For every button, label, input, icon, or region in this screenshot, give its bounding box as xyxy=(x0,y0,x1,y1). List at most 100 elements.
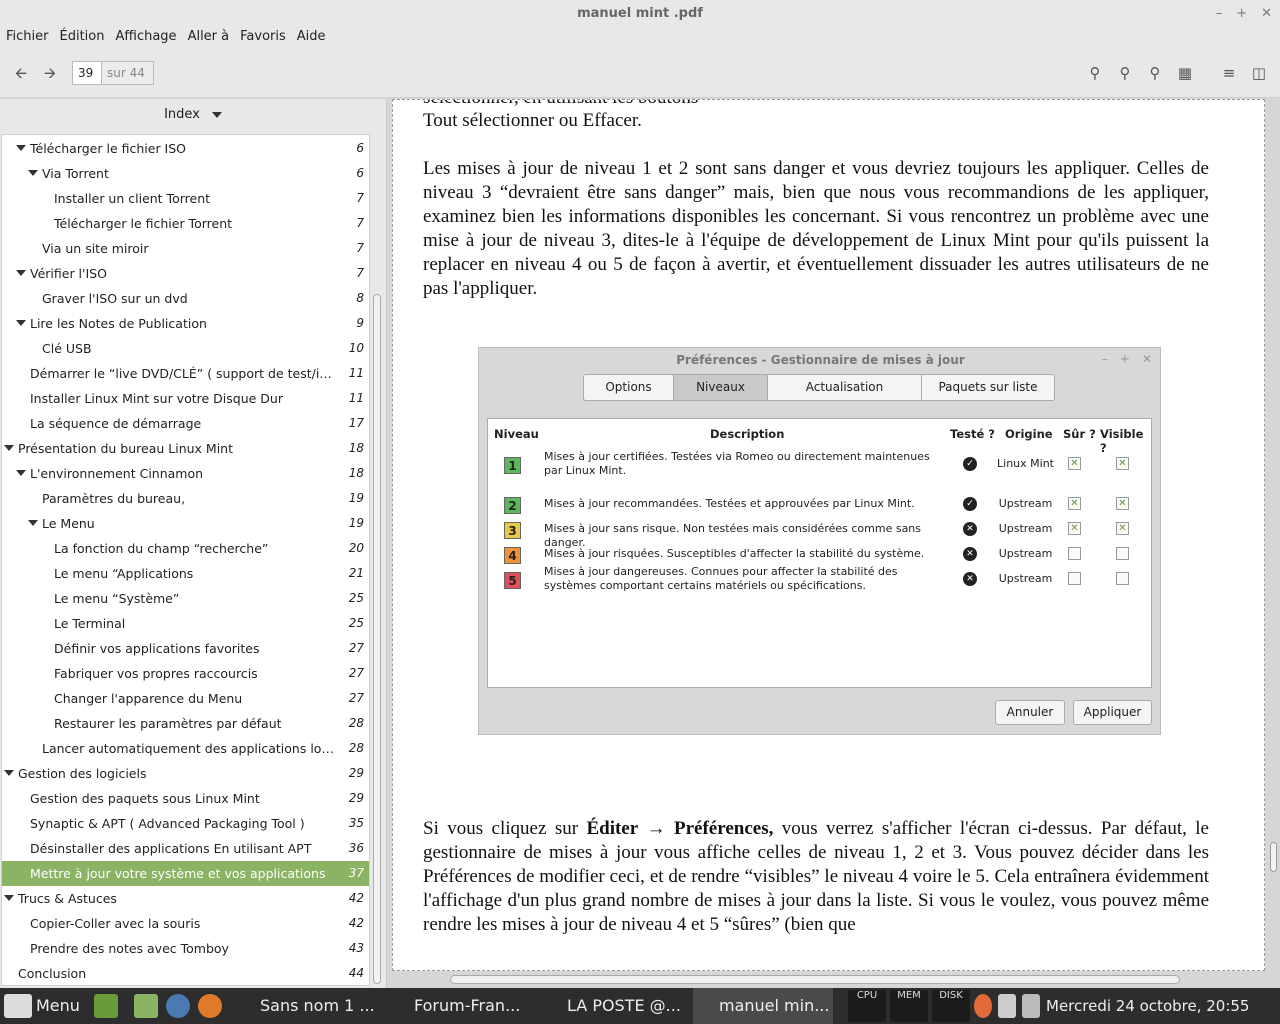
index-item-label: Le Terminal xyxy=(54,616,126,631)
sidebar-mode-selector[interactable]: Index xyxy=(0,99,386,131)
expander-icon[interactable] xyxy=(4,445,14,451)
page-mode-icon[interactable]: ≡ xyxy=(1220,64,1238,82)
index-item[interactable]: L'environnement Cinnamon 18 xyxy=(2,461,369,486)
index-item[interactable]: Présentation du bureau Linux Mint 18 xyxy=(2,436,369,461)
expander-icon[interactable] xyxy=(4,895,14,901)
pen-icon[interactable] xyxy=(1022,994,1040,1018)
col-visible: Visible ? xyxy=(1100,427,1144,455)
minimize-button[interactable]: – xyxy=(1216,0,1223,28)
task-browser[interactable]: Forum-Fran... xyxy=(388,988,528,1024)
index-item[interactable]: Le menu “Système” 25 xyxy=(2,586,369,611)
maximize-button[interactable]: + xyxy=(1236,0,1247,28)
zoom-fit-icon[interactable]: ⚲ xyxy=(1146,64,1164,82)
expander-icon[interactable] xyxy=(16,270,26,276)
index-item[interactable]: Copier-Coller avec la souris 42 xyxy=(2,911,369,936)
expander-icon[interactable] xyxy=(4,770,14,776)
menu-favoris[interactable]: Favoris xyxy=(240,28,295,48)
scrollbar-thumb[interactable] xyxy=(1270,842,1277,872)
index-item[interactable]: Gestion des paquets sous Linux Mint 29 xyxy=(2,786,369,811)
index-item[interactable]: Prendre des notes avec Tomboy 43 xyxy=(2,936,369,961)
tab-actualisation: Actualisation automatique xyxy=(768,375,922,400)
expander-icon[interactable] xyxy=(16,470,26,476)
menu-aller-a[interactable]: Aller à xyxy=(188,28,239,48)
cpu-monitor[interactable]: CPU xyxy=(848,990,886,1022)
menu-button[interactable]: Menu xyxy=(36,988,80,1024)
index-item-page: 37 xyxy=(348,866,364,880)
index-item[interactable]: Mettre à jour votre système et vos appli… xyxy=(2,861,369,886)
index-item[interactable]: Lancer automatiquement des applications … xyxy=(2,736,369,761)
terminal-launcher-icon[interactable] xyxy=(94,994,118,1018)
index-item[interactable]: Synaptic & APT ( Advanced Packaging Tool… xyxy=(2,811,369,836)
index-item[interactable]: Fabriquer vos propres raccourcis 27 xyxy=(2,661,369,686)
index-item[interactable]: Démarrer le “live DVD/CLÉ” ( support de … xyxy=(2,361,369,386)
index-item[interactable]: Lire les Notes de Publication 9 xyxy=(2,311,369,336)
index-item[interactable]: Installer Linux Mint sur votre Disque Du… xyxy=(2,386,369,411)
chromium-launcher-icon[interactable] xyxy=(166,994,190,1018)
menu-aide[interactable]: Aide xyxy=(297,28,335,48)
index-item-page: 42 xyxy=(348,891,364,905)
task-writer[interactable]: Sans nom 1 ... xyxy=(236,988,381,1024)
clock[interactable]: Mercredi 24 octobre, 20:55 xyxy=(1046,988,1249,1024)
index-item[interactable]: Définir vos applications favorites 27 xyxy=(2,636,369,661)
index-item[interactable]: Télécharger le fichier ISO 6 xyxy=(2,136,369,161)
zoom-out-icon[interactable]: ⚲ xyxy=(1086,64,1104,82)
scrollbar-thumb[interactable] xyxy=(373,294,381,984)
index-item-label: Démarrer le “live DVD/CLÉ” ( support de … xyxy=(30,366,338,381)
paragraph: Si vous cliquez sur Éditer → Préférences… xyxy=(423,818,1209,935)
index-item[interactable]: La fonction du champ “recherche” 20 xyxy=(2,536,369,561)
page-number-input[interactable]: 39 xyxy=(72,61,102,85)
zoom-in-icon[interactable]: ⚲ xyxy=(1116,64,1134,82)
index-item[interactable]: Désinstaller des applications En utilisa… xyxy=(2,836,369,861)
forward-arrow-icon[interactable]: 🡪 xyxy=(41,64,59,82)
document-vscrollbar[interactable] xyxy=(1268,100,1280,972)
window-titlebar: manuel mint .pdf – + ✕ xyxy=(0,0,1280,28)
index-item[interactable]: Le Menu 19 xyxy=(2,511,369,536)
index-item[interactable]: Changer l'apparence du Menu 27 xyxy=(2,686,369,711)
index-item[interactable]: Vérifier l'ISO 7 xyxy=(2,261,369,286)
index-item[interactable]: Installer un client Torrent 7 xyxy=(2,186,369,211)
index-item[interactable]: Conclusion 44 xyxy=(2,961,369,985)
index-item[interactable]: Restaurer les paramètres par défaut 28 xyxy=(2,711,369,736)
index-item-label: Vérifier l'ISO xyxy=(30,266,107,281)
index-tree[interactable]: Télécharger le fichier ISO 6 Via Torrent 6 I… xyxy=(1,134,370,986)
task-laposte[interactable]: LA POSTE @.... xyxy=(541,988,681,1024)
back-arrow-icon[interactable]: 🡨 xyxy=(12,64,30,82)
close-button[interactable]: ✕ xyxy=(1261,0,1272,28)
expander-icon[interactable] xyxy=(28,520,38,526)
index-item-label: Définir vos applications favorites xyxy=(54,641,260,656)
menu-fichier[interactable]: Fichier xyxy=(6,28,58,48)
expander-icon[interactable] xyxy=(28,170,38,176)
menu-affichage[interactable]: Affichage xyxy=(115,28,185,48)
index-item[interactable]: Trucs & Astuces 42 xyxy=(2,886,369,911)
document-hscrollbar[interactable] xyxy=(450,975,1180,984)
index-item[interactable]: Graver l'ISO sur un dvd 8 xyxy=(2,286,369,311)
index-item[interactable]: Via Torrent 6 xyxy=(2,161,369,186)
index-item-label: Installer un client Torrent xyxy=(54,191,211,206)
index-item[interactable]: La séquence de démarrage 17 xyxy=(2,411,369,436)
index-item-page: 7 xyxy=(356,266,364,280)
sidebar-scrollbar[interactable] xyxy=(371,134,385,986)
folder-launcher-icon[interactable] xyxy=(134,994,158,1018)
sidebar-toggle-icon[interactable]: ◫ xyxy=(1250,64,1268,82)
index-item[interactable]: Le menu “Applications 21 xyxy=(2,561,369,586)
index-item[interactable]: Clé USB 10 xyxy=(2,336,369,361)
task-pdf-viewer[interactable]: manuel min... xyxy=(693,988,833,1024)
index-item[interactable]: Paramètres du bureau, 19 xyxy=(2,486,369,511)
levels-table: Niveau Description Testé ? Origine Sûr ?… xyxy=(487,418,1152,688)
index-item[interactable]: Gestion des logiciels 29 xyxy=(2,761,369,786)
firefox-launcher-icon[interactable] xyxy=(198,994,222,1018)
disk-monitor[interactable]: DISK xyxy=(932,990,970,1022)
mem-monitor[interactable]: MEM xyxy=(890,990,928,1022)
menu-edition[interactable]: Édition xyxy=(60,28,114,48)
network-icon[interactable] xyxy=(998,994,1016,1018)
index-item[interactable]: Via un site miroir 7 xyxy=(2,236,369,261)
expander-icon[interactable] xyxy=(16,145,26,151)
zoom-best-fit-icon[interactable]: ▦ xyxy=(1176,64,1194,82)
notification-icon[interactable] xyxy=(974,994,992,1018)
index-item[interactable]: Le Terminal 25 xyxy=(2,611,369,636)
expander-icon[interactable] xyxy=(16,320,26,326)
mint-logo-icon[interactable] xyxy=(4,994,32,1018)
index-item[interactable]: Télécharger le fichier Torrent 7 xyxy=(2,211,369,236)
index-item-page: 35 xyxy=(348,816,364,830)
index-item-page: 11 xyxy=(348,366,364,380)
